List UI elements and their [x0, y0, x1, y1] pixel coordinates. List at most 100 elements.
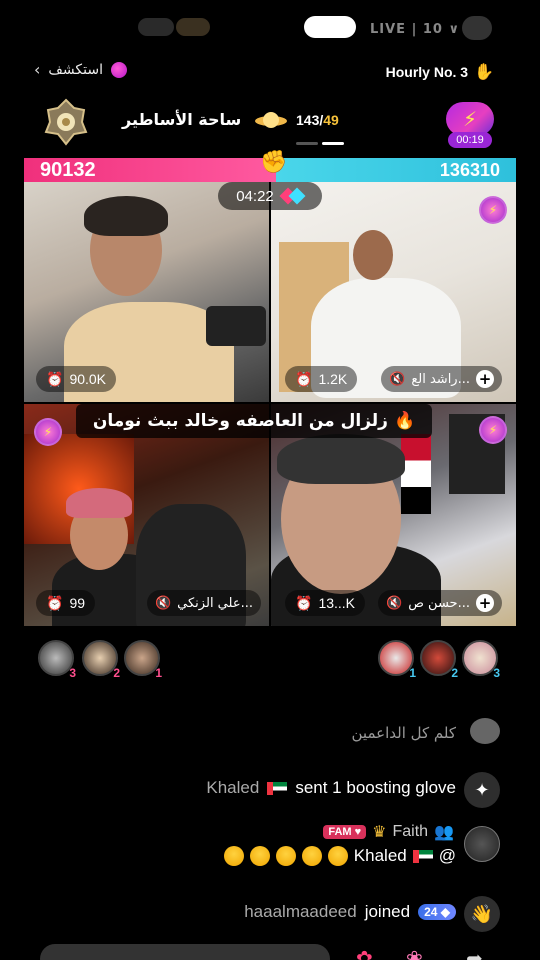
user-group-icon: 👥 — [434, 824, 454, 841]
gifter-avatar[interactable]: 3 — [462, 640, 500, 680]
hand-icon: ✋ — [474, 64, 494, 81]
wave-hand-icon[interactable]: 👋 — [464, 896, 500, 932]
gifter-rank: 1 — [409, 666, 416, 680]
participant-badge-icon[interactable]: ⚡ — [479, 196, 507, 224]
alarm-icon: ⏰ — [295, 370, 313, 387]
participant-name-pill[interactable]: 🔇 راشد الع... + — [381, 366, 502, 392]
grin-emoji-icon — [275, 846, 296, 866]
banner-text: زلزال من العاصفه وخالد ببث نومان — [92, 411, 388, 431]
video-cell-opponent-1[interactable]: ⚡ ⏰ 1.2K 🔇 راشد الع... + — [271, 182, 516, 402]
participant-name: راشد الع... — [411, 371, 470, 387]
uae-flag-icon — [412, 849, 433, 863]
mute-icon: 🔇 — [154, 595, 172, 611]
gifter-rank: 2 — [113, 666, 120, 680]
planet-icon — [255, 112, 287, 128]
rose-icon[interactable]: ✿ — [356, 946, 373, 960]
mention-at: @ — [438, 846, 456, 865]
mute-icon: 🔇 — [386, 595, 403, 611]
header-row: ‹ استكشف Hourly No. 3 ✋ — [0, 58, 540, 86]
cell-stat: 99 — [69, 595, 86, 611]
top-status-partial: LIVE | 10 ∨ — [0, 0, 540, 44]
gift-card-icon[interactable]: ✦ — [464, 772, 500, 808]
count-target: 49 — [323, 112, 339, 128]
arena-row: ساحة الأساطير 143/49 ⚡ 00:19 — [0, 96, 540, 152]
battle-countdown-text: 04:22 — [236, 187, 274, 205]
video-cell-host[interactable]: ⏰ 90.0K — [24, 182, 269, 402]
gifter-avatar[interactable]: 1 — [378, 640, 416, 680]
battle-timer: 00:19 — [448, 132, 492, 148]
alarm-icon: ⏰ — [46, 594, 64, 611]
host-avatar[interactable] — [462, 16, 492, 40]
arena-title[interactable]: ساحة الأساطير — [122, 110, 241, 129]
live-viewers-text: LIVE | 10 ∨ — [370, 22, 461, 37]
progress-dash — [322, 142, 344, 145]
participant-name-pill[interactable]: 🔇 حسن ص... + — [378, 590, 502, 616]
cell-stat: 90.0K — [69, 371, 107, 387]
hourly-rank-button[interactable]: Hourly No. 3 ✋ — [386, 62, 494, 82]
participant-name-pill[interactable]: 🔇 علي الزنكي... — [146, 590, 261, 616]
uae-flag-icon — [267, 781, 288, 795]
cell-stat: 13...K — [318, 595, 356, 611]
cell-stat: 1.2K — [318, 371, 348, 387]
grin-emoji-icon — [249, 846, 270, 866]
follow-plus-icon[interactable]: + — [476, 594, 494, 612]
participant-badge-icon[interactable]: ⚡ — [34, 418, 62, 446]
comment-username[interactable]: haaalmaadeed — [244, 902, 356, 922]
explore-button[interactable]: ‹ استكشف — [34, 60, 127, 79]
lightning-icon: ⚡ — [446, 102, 494, 136]
gifter-rank: 3 — [493, 666, 500, 680]
gifter-avatar[interactable]: 1 — [124, 640, 162, 680]
score-left: 90132 — [24, 158, 276, 182]
comment-avatar[interactable] — [470, 718, 500, 744]
level-badge: 24 ◆ — [418, 904, 456, 920]
battle-banner: زلزال من العاصفه وخالد ببث نومان 🔥 — [76, 404, 432, 438]
level-number: 24 — [424, 905, 438, 919]
cell-stat-pill: ⏰ 1.2K — [285, 366, 358, 392]
arena-progress-dashes — [296, 142, 344, 145]
arena-progress-count: 143/49 — [296, 112, 339, 128]
status-pill — [138, 18, 174, 36]
comment-avatar[interactable] — [464, 826, 500, 862]
follow-plus-icon[interactable]: + — [476, 370, 494, 388]
gifter-avatar[interactable]: 3 — [38, 640, 76, 680]
battle-timer-badge[interactable]: ⚡ 00:19 — [446, 102, 494, 148]
cell-stat-pill: ⏰ 13...K — [285, 590, 366, 616]
microphone — [206, 306, 266, 346]
legend-badge-icon[interactable] — [44, 98, 88, 146]
flag-decoration — [401, 434, 431, 514]
live-tab-pill[interactable] — [304, 16, 356, 38]
battle-score-bar: 90132 136310 ✊ — [24, 150, 516, 182]
progress-dash — [296, 142, 318, 145]
comment-username[interactable]: Khaled — [206, 778, 259, 798]
comment-text: كلم كل الداعمين — [351, 724, 456, 742]
comment-username[interactable]: Faith — [393, 823, 429, 841]
top-gifters-row: 3 2 1 1 2 3 — [0, 640, 540, 680]
comment-header: FAM ♥ ♛ Faith 👥 — [323, 822, 454, 842]
chevron-left-icon: ‹ — [34, 60, 41, 79]
participant-badge-icon[interactable]: ⚡ — [479, 416, 507, 444]
gifter-rank: 1 — [155, 666, 162, 680]
cell-stat-pill: ⏰ 90.0K — [36, 366, 117, 392]
glove-icon: ✊ — [260, 150, 288, 175]
comment-input-bar[interactable] — [40, 944, 330, 960]
grin-emoji-icon — [301, 846, 322, 866]
gifter-avatar[interactable]: 2 — [82, 640, 120, 680]
score-right: 136310 — [276, 158, 516, 182]
fam-label: FAM — [328, 826, 352, 838]
mention-username[interactable]: Khaled — [354, 846, 407, 866]
fire-icon: 🔥 — [393, 411, 416, 431]
gift-comment: Khaled sent 1 boosting glove — [206, 778, 456, 798]
hourly-rank-label: Hourly No. 3 — [385, 64, 469, 80]
share-icon[interactable]: ➦ — [466, 946, 483, 960]
gifter-avatar[interactable]: 2 — [420, 640, 458, 680]
alarm-icon: ⏰ — [46, 370, 64, 387]
participant-name: حسن ص... — [408, 595, 470, 611]
joined-text: joined — [364, 902, 411, 921]
versus-icon — [282, 189, 304, 203]
fam-badge: FAM ♥ — [323, 825, 367, 839]
gift-bow-icon[interactable]: ❀ — [406, 946, 423, 960]
mute-icon: 🔇 — [389, 371, 406, 387]
explore-orb-icon — [110, 61, 127, 78]
crown-icon: ♛ — [372, 824, 387, 841]
status-pill — [176, 18, 210, 36]
